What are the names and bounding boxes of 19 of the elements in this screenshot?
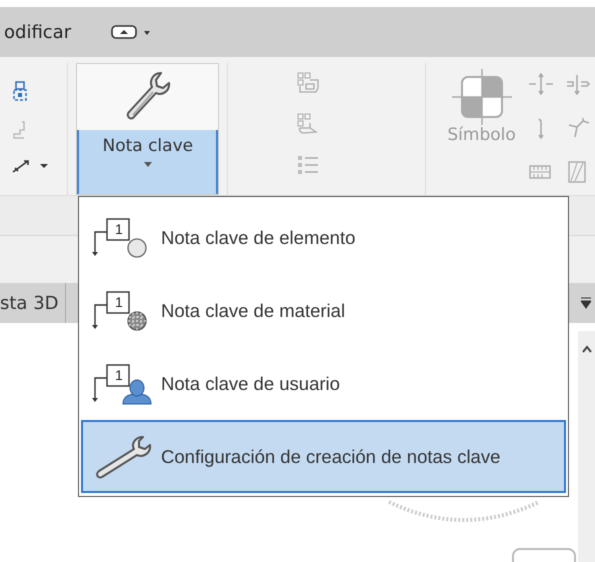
schedule-icon[interactable] xyxy=(296,72,320,94)
ribbon-tab[interactable]: odificar xyxy=(4,22,72,42)
dropdown-icon[interactable] xyxy=(581,297,591,309)
schedule-icon[interactable] xyxy=(296,112,320,135)
caret-icon xyxy=(144,162,152,167)
symbol-icon xyxy=(452,69,512,125)
caret-icon[interactable] xyxy=(40,163,48,170)
menu-item[interactable]: Configuración de creación de notas clave xyxy=(81,420,566,493)
menu-item[interactable]: 1 Nota clave de usuario xyxy=(81,347,566,420)
scroll-up-icon[interactable] xyxy=(582,345,592,353)
dimension-icon[interactable] xyxy=(12,159,30,174)
scrollbar[interactable] xyxy=(578,331,595,562)
list-icon[interactable] xyxy=(296,154,320,176)
keynote-button[interactable]: Nota clave xyxy=(76,63,220,195)
tag-icon[interactable] xyxy=(12,80,28,101)
menu-item[interactable]: 1 Nota clave de elemento xyxy=(81,201,566,274)
arrow-icon[interactable] xyxy=(527,73,556,95)
stair-icon[interactable] xyxy=(12,120,28,140)
menu-item[interactable]: 1 Nota clave de material xyxy=(81,274,566,347)
